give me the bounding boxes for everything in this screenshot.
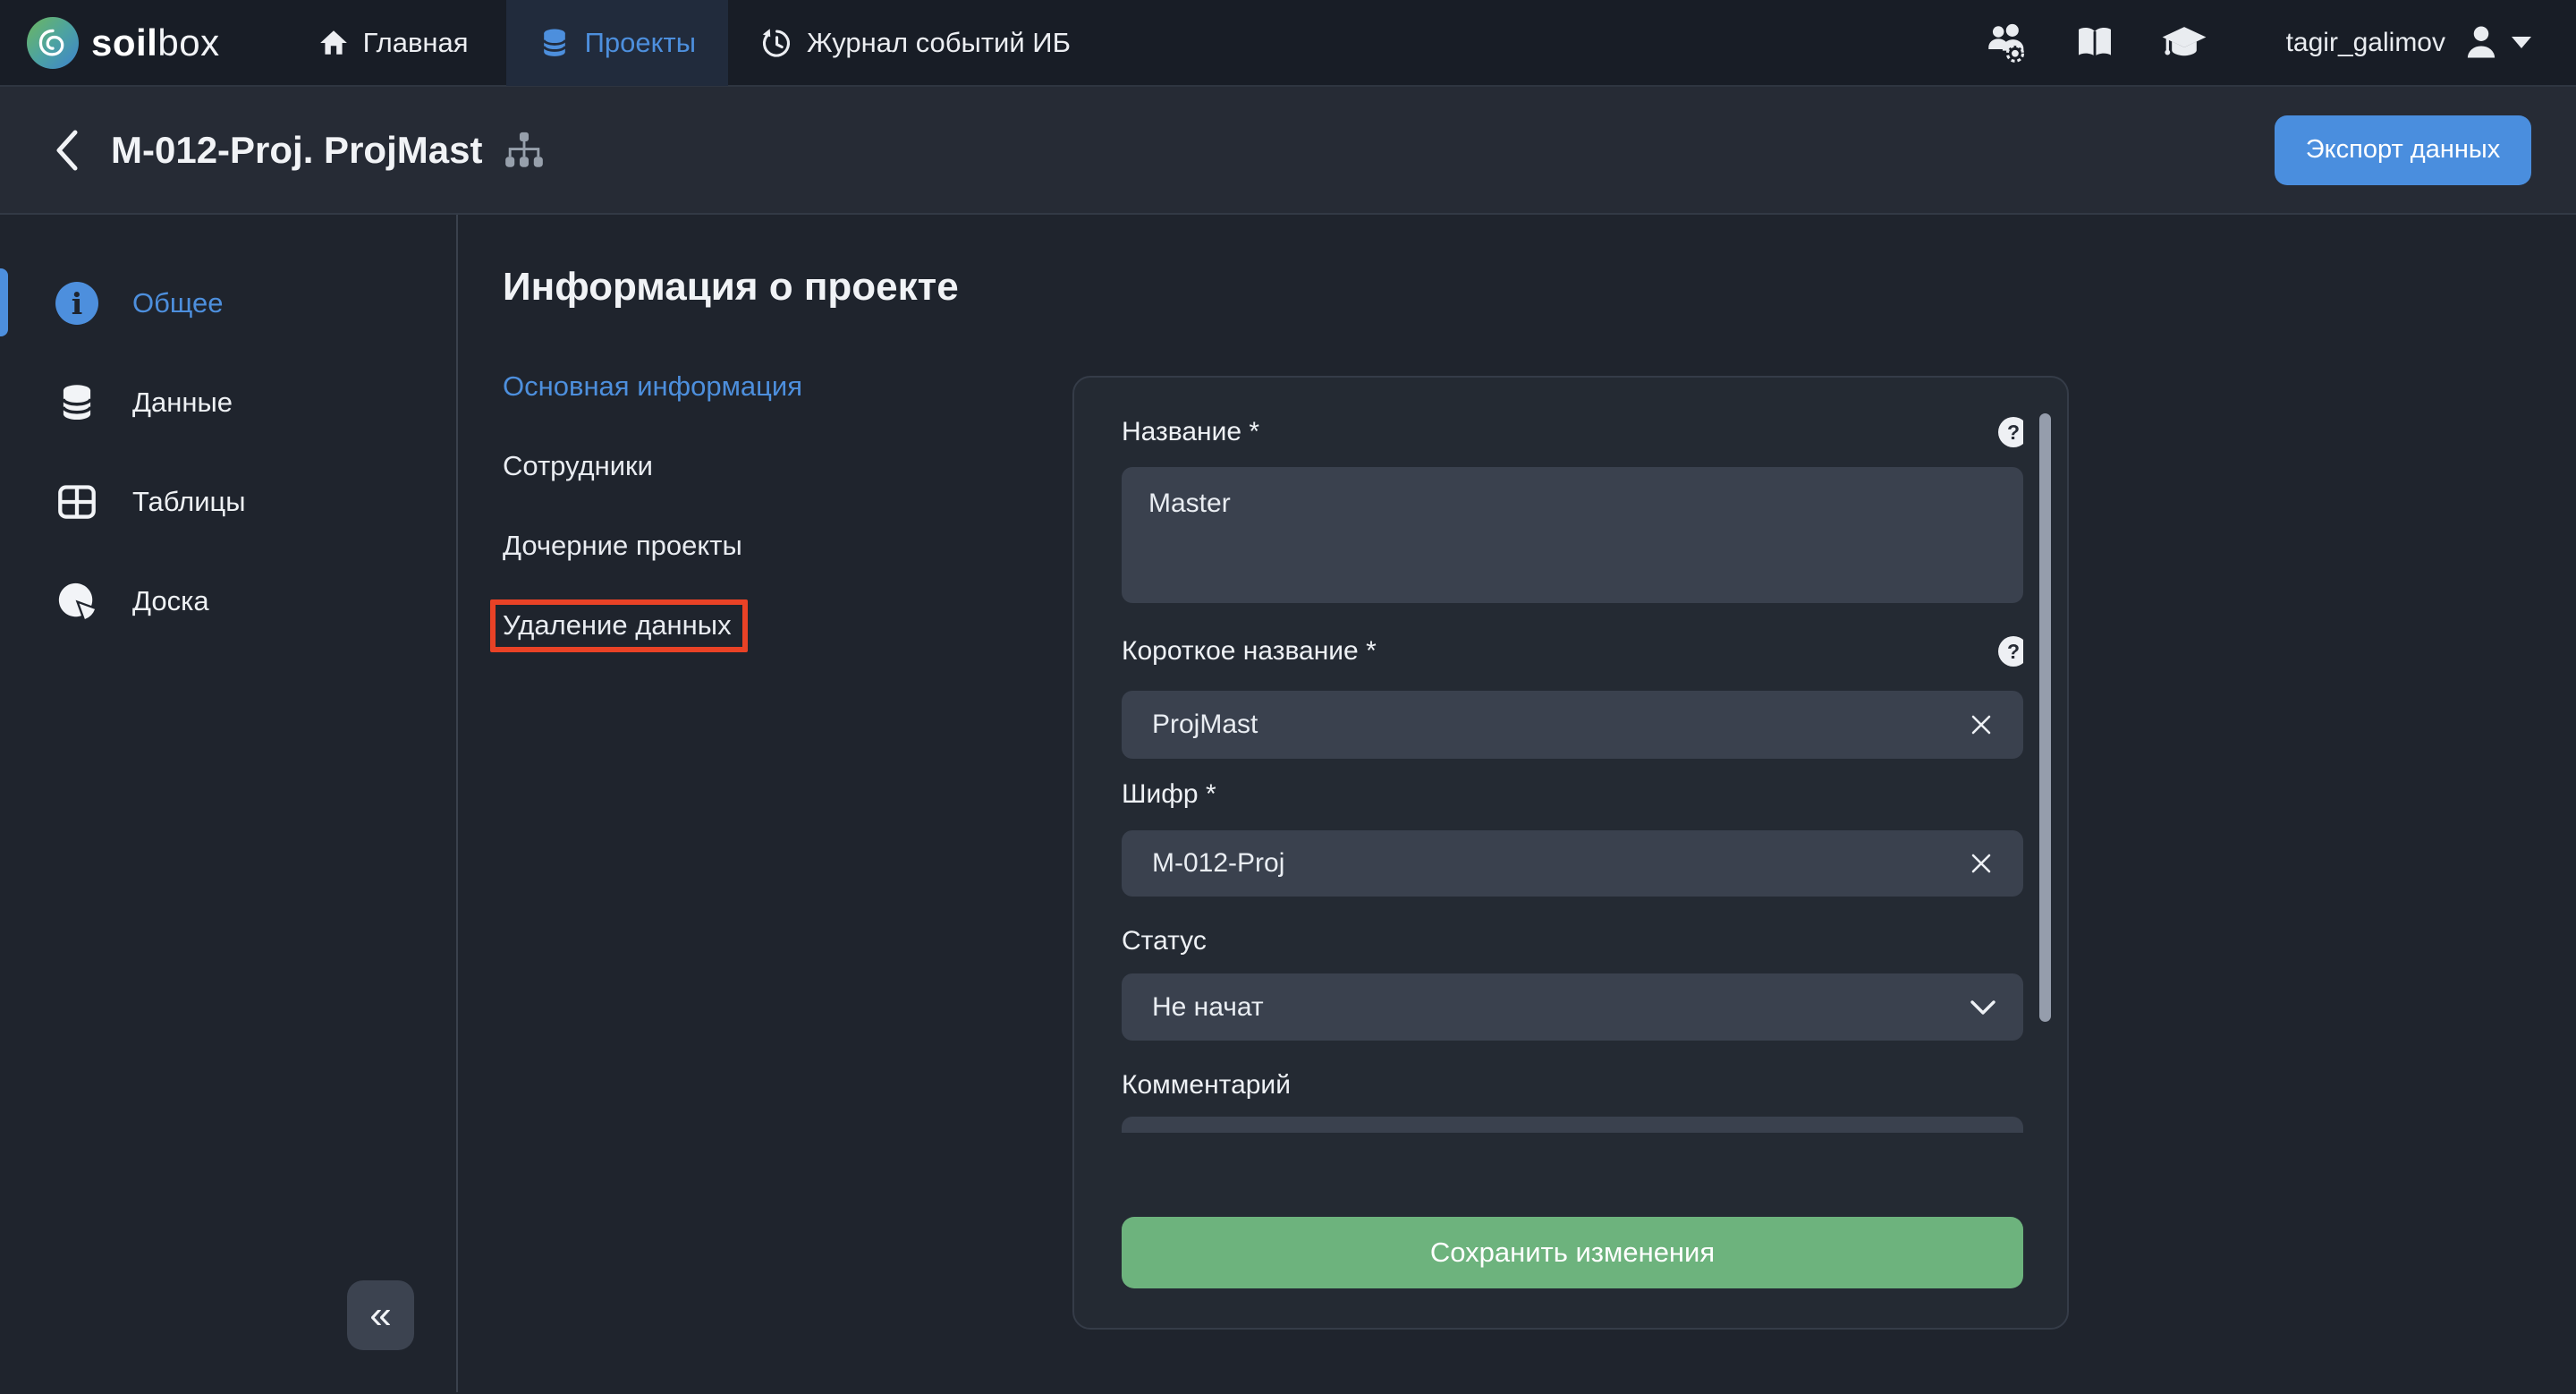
sidebar-board-label: Доска	[132, 585, 209, 617]
export-data-button[interactable]: Экспорт данных	[2275, 115, 2531, 185]
brand-name: soilbox	[91, 21, 220, 64]
project-subnav: Основная информация Сотрудники Дочерние …	[503, 369, 802, 687]
sidebar-collapse-button[interactable]: «	[347, 1280, 414, 1350]
project-sidebar: i Общее Данные	[0, 215, 458, 1392]
username-label[interactable]: tagir_galimov	[2286, 28, 2445, 58]
brand-name-light: box	[157, 21, 219, 64]
save-changes-button[interactable]: Сохранить изменения	[1122, 1217, 2023, 1288]
user-menu-caret-icon[interactable]	[2512, 37, 2531, 48]
nav-journal-label: Журнал событий ИБ	[807, 27, 1071, 59]
back-button[interactable]	[52, 127, 80, 174]
name-field-label: Название *	[1122, 417, 1259, 447]
users-gear-icon	[1983, 21, 2028, 65]
sidebar-data-label: Данные	[132, 387, 233, 419]
status-select-value: Не начат	[1152, 992, 1264, 1023]
sidebar-item-general[interactable]: i Общее	[0, 260, 456, 346]
name-help-icon[interactable]: ?	[1998, 417, 2023, 447]
status-select[interactable]: Не начат	[1122, 973, 2023, 1041]
top-navigation-bar: soilbox Главная Проекты Журнал событий И…	[0, 0, 2576, 87]
database-icon	[538, 27, 571, 59]
short-name-clear-icon[interactable]	[1968, 711, 1995, 738]
pie-chart-icon	[55, 580, 98, 623]
active-item-indicator	[0, 268, 8, 336]
short-name-input[interactable]	[1122, 691, 2023, 759]
project-header-bar: M-012-Proj. ProjMast Экспорт данных	[0, 87, 2576, 215]
subnav-basic-info[interactable]: Основная информация	[503, 369, 802, 404]
user-avatar-icon[interactable]	[2462, 23, 2501, 63]
home-icon	[318, 28, 349, 58]
sidebar-item-data[interactable]: Данные	[0, 360, 456, 446]
hierarchy-icon[interactable]	[504, 130, 545, 171]
subnav-data-deletion-label: Удаление данных	[503, 609, 732, 641]
open-book-icon	[2074, 22, 2115, 64]
nav-item-security-journal[interactable]: Журнал событий ИБ	[751, 0, 1080, 86]
name-textarea[interactable]: Master	[1122, 467, 2023, 603]
page-title: M-012-Proj. ProjMast	[111, 129, 482, 172]
soilbox-logo-icon	[27, 17, 79, 69]
sidebar-general-label: Общее	[132, 287, 224, 319]
topbar-right-cluster: tagir_galimov	[1982, 20, 2531, 66]
short-name-field-label: Короткое название *	[1122, 636, 1377, 667]
nav-item-projects[interactable]: Проекты	[506, 0, 728, 86]
comment-field-label: Комментарий	[1122, 1070, 1291, 1101]
spiral-glyph	[35, 25, 71, 61]
table-icon	[55, 480, 98, 523]
nav-projects-label: Проекты	[585, 27, 696, 59]
comment-textarea[interactable]	[1122, 1117, 2023, 1133]
form-scroll-area: Название * ? Master Короткое название * …	[1122, 404, 2023, 1133]
project-info-card: Название * ? Master Короткое название * …	[1072, 376, 2069, 1330]
database-icon	[55, 381, 98, 424]
code-input[interactable]	[1122, 830, 2023, 897]
user-management-button[interactable]	[1982, 20, 2029, 66]
brand-logo: soilbox	[27, 17, 220, 69]
code-clear-icon[interactable]	[1968, 850, 1995, 877]
brand-name-bold: soil	[91, 21, 157, 64]
subnav-child-projects[interactable]: Дочерние проекты	[503, 528, 802, 564]
code-field-label: Шифр *	[1122, 779, 1216, 810]
section-heading: Информация о проекте	[503, 265, 959, 310]
nav-item-home[interactable]: Главная	[309, 0, 478, 86]
sidebar-item-tables[interactable]: Таблицы	[0, 459, 456, 545]
sidebar-item-board[interactable]: Доска	[0, 558, 456, 644]
history-icon	[760, 27, 792, 59]
nav-home-label: Главная	[363, 27, 469, 59]
short-name-help-icon[interactable]: ?	[1998, 636, 2023, 667]
main-content: Информация о проекте Основная информация…	[458, 215, 2576, 1392]
chevron-down-icon	[1970, 999, 1996, 1016]
subnav-data-deletion[interactable]: Удаление данных	[503, 608, 802, 643]
status-field-label: Статус	[1122, 926, 1207, 956]
documentation-button[interactable]	[2072, 20, 2118, 66]
graduation-cap-icon	[2161, 19, 2207, 67]
info-icon: i	[55, 282, 98, 325]
annotation-highlight-box: Удаление данных	[490, 599, 748, 652]
chevron-left-icon	[52, 127, 80, 174]
subnav-employees[interactable]: Сотрудники	[503, 448, 802, 484]
sidebar-tables-label: Таблицы	[132, 486, 246, 518]
form-scrollbar-thumb[interactable]	[2039, 413, 2051, 1022]
training-button[interactable]	[2161, 20, 2207, 66]
